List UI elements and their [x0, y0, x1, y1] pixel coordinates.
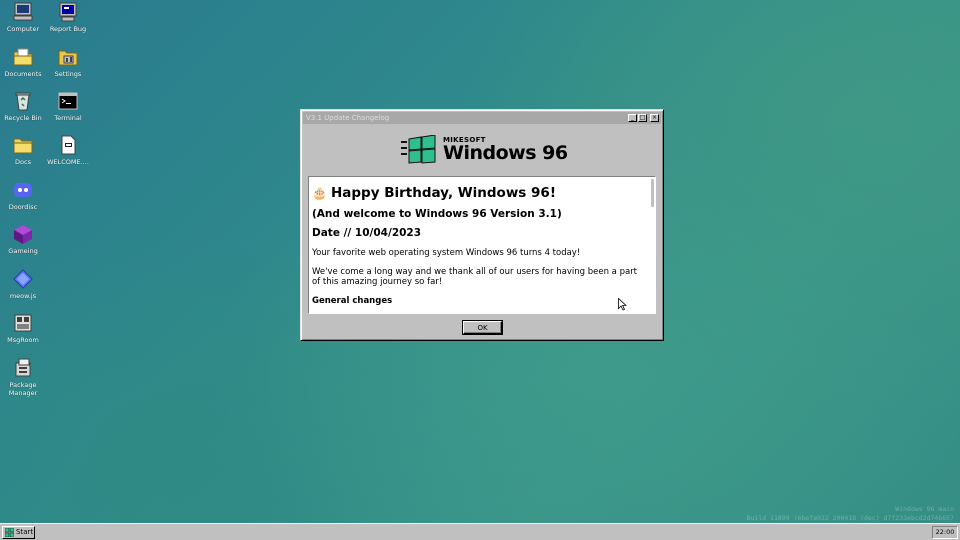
desktop-icon-label: Package Manager	[8, 381, 38, 397]
doordisc-icon	[14, 183, 32, 197]
desktop-icon-label: Gameing	[8, 247, 38, 255]
settings-icon	[58, 50, 78, 66]
desktop-icon-label: Documents	[4, 70, 42, 78]
desktop-icon-computer[interactable]: Computer	[0, 1, 46, 33]
start-flag-icon	[5, 527, 14, 537]
desktop-icon-settings[interactable]: Settings	[45, 46, 91, 78]
window-title: V3.1 Update Changelog	[306, 114, 390, 122]
minimize-button[interactable]: _	[628, 114, 637, 122]
documents-folder-icon	[13, 48, 33, 66]
computer-icon	[13, 2, 33, 21]
build-watermark: Windows 96 main Build 11899 (6befa922 20…	[747, 505, 954, 523]
text-file-icon	[61, 135, 76, 155]
desktop-icon-msgroom[interactable]: MsgRoom	[0, 312, 46, 344]
recycle-bin-icon	[15, 92, 31, 111]
desktop-icon-gameing[interactable]: Gameing	[0, 223, 46, 255]
windows96-logo: MIKESOFT Windows 96	[401, 132, 571, 168]
desktop-icon-label: WELCOME....	[47, 158, 89, 166]
folder-icon	[13, 138, 33, 154]
changelog-content[interactable]: 🎂 Happy Birthday, Windows 96! (And welco…	[308, 176, 656, 314]
desktop-icon-report-bug[interactable]: Report Bug	[45, 1, 91, 33]
desktop-icon-label: meow.js	[9, 292, 37, 300]
desktop-icon-label: Settings	[54, 70, 82, 78]
desktop-icon-doordisc[interactable]: Doordisc	[0, 179, 46, 211]
heading-text: Happy Birthday, Windows 96!	[330, 185, 556, 201]
start-button[interactable]: Start	[2, 525, 35, 539]
birthday-cake-icon: 🎂	[312, 186, 327, 200]
desktop-icon-meowjs[interactable]: meow.js	[0, 268, 46, 300]
windows-flag-icon	[401, 135, 436, 164]
desktop-icon-label: Report Bug	[49, 25, 87, 33]
desktop-icon-label: Recycle Bin	[4, 114, 42, 122]
desktop-icon-label: Docs	[15, 158, 31, 166]
taskbar: Start 22:00	[0, 523, 960, 540]
ok-button[interactable]: OK	[463, 321, 502, 334]
desktop-icon-label: Doordisc	[8, 203, 38, 211]
desktop-icon-label: Terminal	[54, 114, 82, 122]
report-bug-icon	[59, 2, 77, 22]
desktop-icon-terminal[interactable]: Terminal	[45, 90, 91, 122]
changelog-paragraph: Your favorite web operating system Windo…	[312, 248, 581, 258]
desktop-icon-documents[interactable]: Documents	[0, 46, 46, 78]
close-button[interactable]: ×	[650, 114, 659, 122]
changelog-heading: 🎂 Happy Birthday, Windows 96!	[312, 185, 643, 201]
msgroom-icon	[14, 314, 32, 332]
desktop-icon-recycle-bin[interactable]: Recycle Bin	[0, 90, 46, 122]
maximize-button[interactable]: □	[638, 114, 647, 122]
start-label: Start	[16, 528, 34, 536]
changelog-date: Date // 10/04/2023	[312, 227, 422, 239]
window-titlebar[interactable]: V3.1 Update Changelog _ □ ×	[303, 112, 661, 124]
terminal-icon	[58, 92, 78, 110]
system-tray-clock[interactable]: 22:00	[932, 525, 958, 539]
watermark-line: Build 11899 (6befa922 200418 (dec) d7f23…	[746, 514, 954, 522]
watermark-line: Windows 96 main	[895, 505, 954, 513]
logo-product: Windows 96	[443, 142, 568, 164]
scrollbar-thumb[interactable]	[651, 179, 654, 207]
desktop-icon-label: MsgRoom	[7, 336, 39, 344]
desktop-icon-welcome[interactable]: WELCOME....	[45, 134, 91, 166]
desktop-icon-docs[interactable]: Docs	[0, 134, 46, 166]
package-manager-icon	[15, 358, 31, 377]
changelog-subheading: (And welcome to Windows 96 Version 3.1)	[312, 208, 562, 220]
mouse-cursor-icon	[618, 298, 627, 311]
gameing-icon	[14, 225, 32, 244]
desktop-icon-package-manager[interactable]: Package Manager	[0, 357, 46, 397]
meowjs-icon	[13, 269, 33, 289]
section-heading: General changes	[312, 295, 393, 306]
changelog-window: V3.1 Update Changelog _ □ × MIKESOFT Win…	[300, 109, 664, 341]
changelog-paragraph: We've come a long way and we thank all o…	[312, 266, 638, 288]
desktop-icon-label: Computer	[6, 25, 40, 33]
